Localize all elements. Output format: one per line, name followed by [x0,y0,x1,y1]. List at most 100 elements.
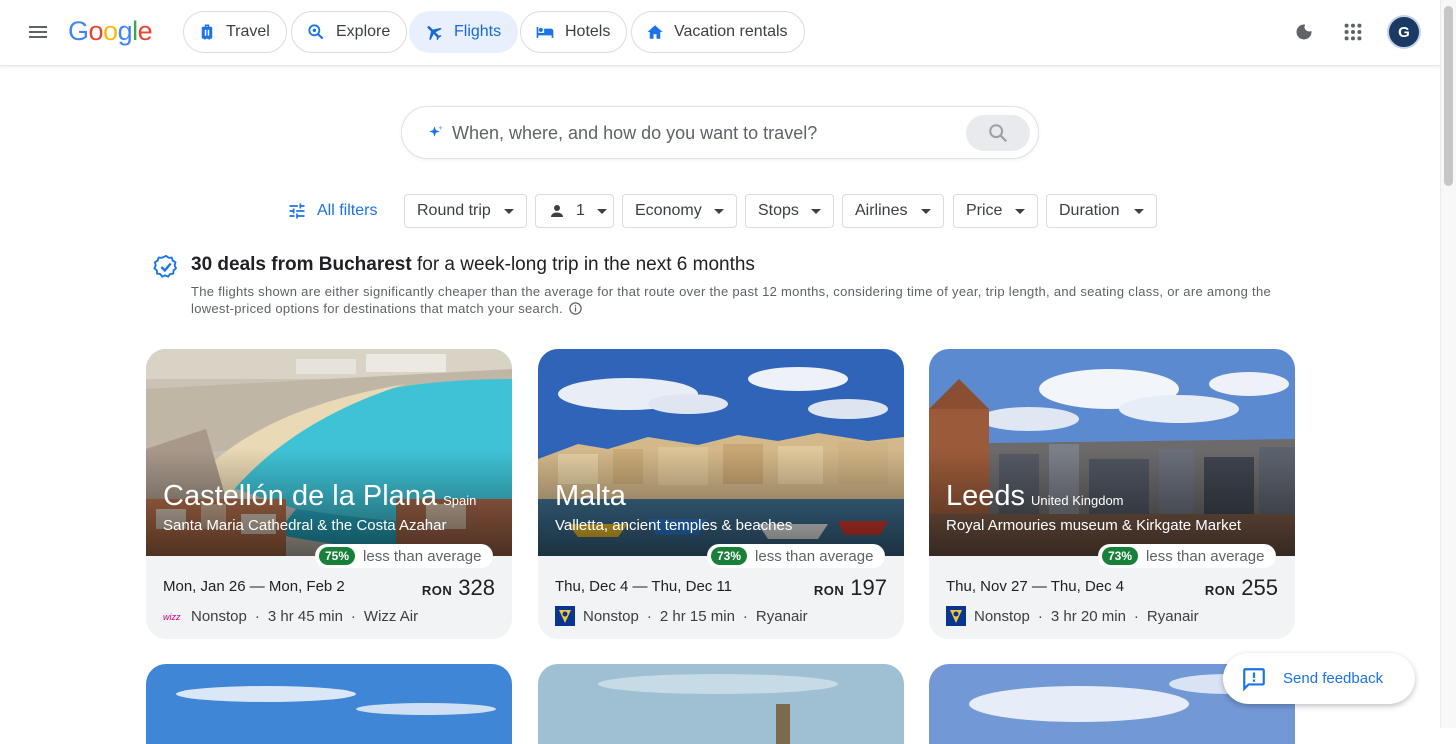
badge-text: less than average [755,547,874,565]
airlines-filter[interactable]: Airlines [842,194,944,228]
stops-text: Nonstop [191,607,247,625]
stops-filter[interactable]: Stops [745,194,834,228]
trip-dates: Mon, Jan 26 — Mon, Feb 2 [163,578,345,595]
price-value: 328 [458,575,495,600]
price-value: 255 [1241,575,1278,600]
separator-dot: · [350,607,356,625]
duration-filter[interactable]: Duration [1046,194,1157,228]
destination-name: Leeds United Kingdom [946,480,1124,513]
explore-search-icon [308,24,324,40]
nav-tab-vacation-rentals[interactable]: Vacation rentals [631,11,805,53]
discount-percent: 75% [319,547,356,565]
chevron-down-icon [1134,208,1144,214]
search-button[interactable] [966,115,1030,151]
price-insight-badge: 73% less than average [707,544,886,568]
avatar-letter: G [1398,23,1410,41]
deals-badge-icon [153,254,178,278]
separator-dot: · [254,607,260,625]
city-name: Castellón de la Plana [163,480,438,512]
main-menu-button[interactable] [20,16,56,48]
flight-details: Nonstop · 3 hr 20 min · Ryanair [946,606,1199,626]
person-icon [551,205,563,217]
destination-highlights: Valletta, ancient temples & beaches [555,517,793,534]
filter-bar: All filters Round trip 1 Economy Stops A… [0,194,1440,228]
badge-text: less than average [1146,547,1265,565]
destination-highlights: Santa Maria Cathedral & the Costa Azahar [163,517,447,534]
flight-details: wizz Nonstop · 3 hr 45 min · Wizz Air [163,606,418,626]
duration-text: 2 hr 15 min [659,607,735,625]
info-icon[interactable] [568,301,583,316]
chip-label: Economy [635,202,702,219]
discount-percent: 73% [711,547,748,565]
top-app-bar: Google Travel Explore Flights Hotels Vac… [0,0,1440,66]
deal-card-partial[interactable] [146,664,512,744]
chevron-down-icon [596,208,607,214]
nav-tab-hotels[interactable]: Hotels [520,11,628,53]
nav-tab-explore[interactable]: Explore [291,11,408,53]
country-name: United Kingdom [1031,493,1124,508]
deals-heading: 30 deals from Bucharest for a week-long … [191,254,755,276]
deal-card[interactable]: Castellón de la Plana Spain Santa Maria C… [146,349,512,639]
ryanair-logo-icon [946,606,966,626]
stops-text: Nonstop [974,607,1030,625]
flight-details: Nonstop · 2 hr 15 min · Ryanair [555,606,808,626]
trip-dates: Thu, Nov 27 — Thu, Dec 4 [946,578,1125,595]
search-box [401,106,1039,159]
chip-label: Duration [1059,202,1120,219]
chip-label: 1 [576,202,585,219]
chevron-down-icon [811,208,821,214]
account-avatar[interactable]: G [1387,15,1421,49]
deals-heading-rest: for a week-long trip in the next 6 month… [411,254,755,275]
destination-name: Castellón de la Plana Spain [163,480,476,513]
nav-tab-label: Flights [454,23,502,40]
dark-mode-toggle[interactable] [1288,16,1320,48]
separator-dot: · [1133,607,1139,625]
separator-dot: · [646,607,652,625]
page-scrollbar[interactable] [1440,0,1456,728]
country-name: Spain [443,493,477,508]
nav-tab-label: Travel [226,23,270,40]
deal-card[interactable]: Leeds United Kingdom Royal Armouries muse… [929,349,1295,639]
chip-label: Stops [758,202,799,219]
airline-name: Wizz Air [363,607,419,625]
all-filters-button[interactable]: All filters [287,194,377,228]
ryanair-logo-icon [555,606,575,626]
destination-photo [146,664,512,744]
feedback-label: Send feedback [1283,670,1384,687]
google-logo[interactable]: Google [68,16,153,47]
cabin-class-select[interactable]: Economy [622,194,737,228]
currency: RON [421,583,453,598]
feedback-icon [1243,667,1265,691]
search-input[interactable] [452,119,952,147]
bed-icon [536,27,554,38]
ai-sparkle-icon [429,125,443,137]
currency: RON [1204,583,1236,598]
trip-type-select[interactable]: Round trip [404,194,527,228]
deal-card-partial[interactable] [538,664,904,744]
trip-price: RON 328 [422,575,495,601]
send-feedback-button[interactable]: Send feedback [1223,653,1415,704]
moon-icon [1296,24,1312,40]
deal-card[interactable]: Malta Valletta, ancient temples & beache… [538,349,904,639]
luggage-icon [201,24,213,40]
logo-letter: o [88,16,104,46]
price-filter[interactable]: Price [953,194,1038,228]
nav-tab-flights[interactable]: Flights [409,11,519,53]
deals-heading-bold: 30 deals from Bucharest [191,254,412,275]
price-insight-badge: 75% less than average [315,544,494,568]
destination-highlights: Royal Armouries museum & Kirkgate Market [946,517,1242,534]
airline-name: Ryanair [1146,607,1199,625]
airline-name: Ryanair [755,607,808,625]
nav-tab-travel[interactable]: Travel [183,11,287,53]
passengers-select[interactable]: 1 [535,194,614,228]
city-name: Malta [555,480,626,512]
scrollbar-thumb[interactable] [1444,6,1453,186]
trip-price: RON 255 [1205,575,1278,601]
badge-text: less than average [363,547,482,565]
price-insight-badge: 73% less than average [1098,544,1277,568]
google-apps-button[interactable] [1337,16,1369,48]
destination-photo [538,664,904,744]
currency: RON [813,583,845,598]
nav-tab-label: Explore [336,23,391,40]
logo-letter: e [137,16,153,46]
